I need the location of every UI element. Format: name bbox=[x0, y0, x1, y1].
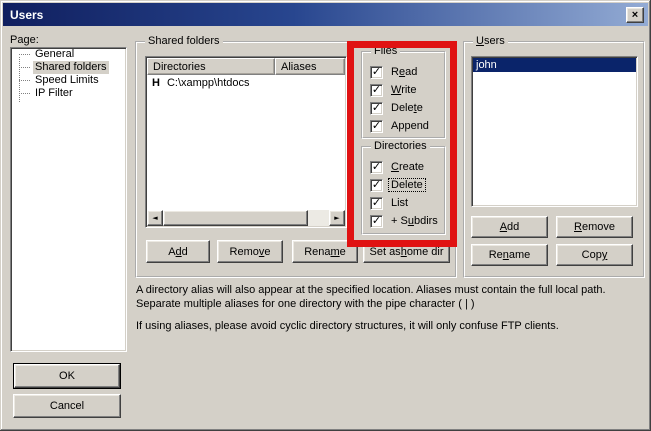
checkbox-dirs-list[interactable]: ✓ List bbox=[370, 194, 444, 212]
remove-folder-button[interactable]: Remove bbox=[217, 240, 283, 263]
left-arrow-icon: ◄ bbox=[152, 215, 157, 222]
scroll-left-button[interactable]: ◄ bbox=[147, 210, 163, 226]
column-header-directories[interactable]: Directories bbox=[147, 58, 275, 75]
users-dialog: Users × Page: General Shared folders Spe… bbox=[0, 0, 651, 431]
cyclic-note: If using aliases, please avoid cyclic di… bbox=[136, 319, 648, 333]
checkbox-checked-icon: ✓ bbox=[370, 215, 383, 228]
column-header-aliases[interactable]: Aliases bbox=[275, 58, 345, 75]
directories-group-label: Directories bbox=[371, 140, 430, 153]
checkbox-checked-icon: ✓ bbox=[370, 161, 383, 174]
page-label: Page: bbox=[10, 34, 39, 46]
ok-button[interactable]: OK bbox=[14, 364, 120, 388]
home-dir-flag: H bbox=[152, 77, 160, 89]
tree-stub bbox=[19, 54, 30, 55]
users-group-label: Users bbox=[473, 35, 508, 48]
checkbox-checked-icon: ✓ bbox=[370, 84, 383, 97]
help-text: A directory alias will also appear at th… bbox=[136, 283, 648, 333]
checkbox-files-append[interactable]: ✓ Append bbox=[370, 117, 444, 135]
set-as-home-dir-button[interactable]: Set as home dir bbox=[363, 240, 450, 263]
user-name: john bbox=[476, 59, 497, 71]
files-permissions-group: Files ✓ Read ✓ Write ✓ Delete ✓ Append bbox=[361, 51, 446, 139]
tree-stub bbox=[19, 67, 30, 68]
shared-folders-group-label: Shared folders bbox=[145, 35, 223, 48]
page-item-shared-folders[interactable]: Shared folders bbox=[11, 61, 126, 74]
checkbox-checked-icon: ✓ bbox=[370, 179, 383, 192]
checkbox-files-delete[interactable]: ✓ Delete bbox=[370, 99, 444, 117]
checkbox-dirs-create[interactable]: ✓ Create bbox=[370, 158, 444, 176]
close-icon: × bbox=[632, 10, 638, 20]
cancel-button[interactable]: Cancel bbox=[13, 394, 121, 418]
tree-stub bbox=[19, 93, 30, 94]
ok-button-default-ring: OK bbox=[13, 363, 121, 389]
add-folder-button[interactable]: Add bbox=[146, 240, 210, 263]
checkbox-files-write[interactable]: ✓ Write bbox=[370, 81, 444, 99]
table-row[interactable]: H C:\xampp\htdocs bbox=[147, 75, 345, 91]
window-title: Users bbox=[10, 8, 626, 22]
scroll-right-button[interactable]: ► bbox=[329, 210, 345, 226]
horizontal-scrollbar[interactable]: ◄ ► bbox=[147, 210, 345, 226]
users-list[interactable]: john bbox=[471, 56, 638, 207]
alias-note: A directory alias will also appear at th… bbox=[136, 283, 648, 311]
list-item-user-john[interactable]: john bbox=[473, 58, 636, 72]
close-button[interactable]: × bbox=[626, 7, 644, 23]
page-tree[interactable]: General Shared folders Speed Limits IP F… bbox=[10, 47, 127, 352]
checkbox-checked-icon: ✓ bbox=[370, 197, 383, 210]
page-item-ip-filter[interactable]: IP Filter bbox=[11, 87, 126, 100]
rename-folder-button[interactable]: Rename bbox=[292, 240, 358, 263]
right-arrow-icon: ► bbox=[334, 215, 339, 222]
rename-user-button[interactable]: Rename bbox=[471, 244, 548, 266]
add-user-button[interactable]: Add bbox=[471, 216, 548, 238]
checkbox-dirs-subdirs[interactable]: ✓ + Subdirs bbox=[370, 212, 444, 230]
files-group-label: Files bbox=[371, 45, 400, 58]
directories-listview[interactable]: Directories Aliases H C:\xampp\htdocs ◄ … bbox=[145, 56, 347, 228]
checkbox-checked-icon: ✓ bbox=[370, 120, 383, 133]
tree-stub bbox=[19, 80, 30, 81]
checkbox-dirs-delete[interactable]: ✓ Delete bbox=[370, 176, 444, 194]
scrollbar-track[interactable] bbox=[308, 210, 329, 226]
checkbox-checked-icon: ✓ bbox=[370, 66, 383, 79]
page-item-general[interactable]: General bbox=[11, 48, 126, 61]
listview-header: Directories Aliases bbox=[147, 58, 345, 75]
checkbox-files-read[interactable]: ✓ Read bbox=[370, 63, 444, 81]
copy-user-button[interactable]: Copy bbox=[556, 244, 633, 266]
remove-user-button[interactable]: Remove bbox=[556, 216, 633, 238]
checkbox-checked-icon: ✓ bbox=[370, 102, 383, 115]
scrollbar-thumb[interactable] bbox=[163, 210, 308, 226]
page-item-speed-limits[interactable]: Speed Limits bbox=[11, 74, 126, 87]
titlebar[interactable]: Users × bbox=[3, 3, 648, 26]
directories-permissions-group: Directories ✓ Create ✓ Delete ✓ List ✓ +… bbox=[361, 146, 446, 235]
directory-path: C:\xampp\htdocs bbox=[167, 77, 250, 89]
